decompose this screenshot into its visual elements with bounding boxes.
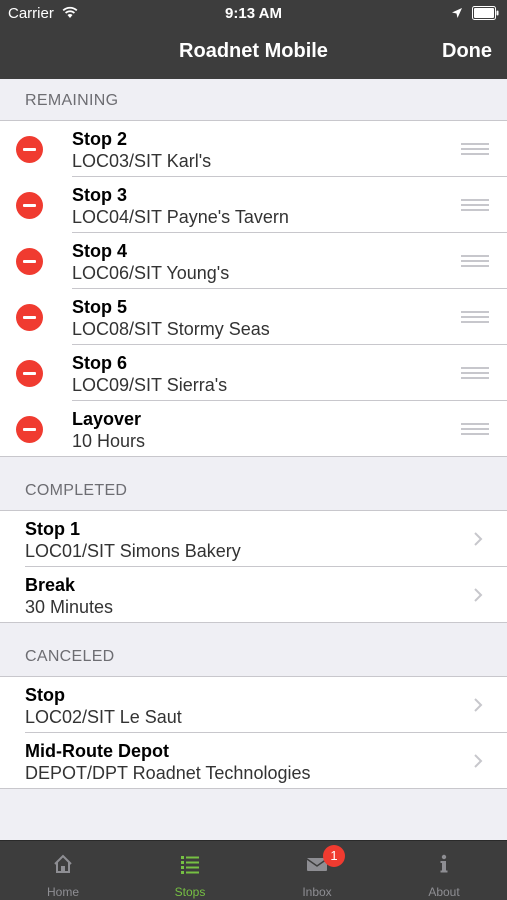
stop-subtitle: DEPOT/DPT Roadnet Technologies <box>25 763 311 783</box>
delete-icon[interactable] <box>16 136 43 163</box>
stop-title: Stop 4 <box>72 241 128 261</box>
stop-title: Stop 2 <box>72 129 128 149</box>
chevron-right-icon <box>474 698 483 712</box>
tab-bar: Home Stops 1 Inbox About <box>0 840 507 900</box>
stop-title: Stop 5 <box>72 297 128 317</box>
page-title: Roadnet Mobile <box>179 40 328 62</box>
stop-subtitle: LOC08/SIT Stormy Seas <box>72 319 270 339</box>
list-footer <box>0 789 507 840</box>
stop-row[interactable]: Mid-Route Depot DEPOT/DPT Roadnet Techno… <box>0 733 507 789</box>
reorder-handle-icon[interactable] <box>461 255 489 267</box>
stop-title: Stop 6 <box>72 353 128 373</box>
chevron-right-icon <box>474 532 483 546</box>
tab-home[interactable]: Home <box>0 841 126 900</box>
stop-row[interactable]: Stop 3 LOC04/SIT Payne's Tavern <box>0 177 507 233</box>
info-icon <box>440 854 448 873</box>
stop-title: Break <box>25 575 76 595</box>
tab-label: Inbox <box>302 885 332 899</box>
status-time: 9:13 AM <box>225 5 282 22</box>
stop-title: Stop <box>25 685 65 705</box>
stop-row[interactable]: Stop 6 LOC09/SIT Sierra's <box>0 345 507 401</box>
stop-row[interactable]: Stop 1 LOC01/SIT Simons Bakery <box>0 511 507 567</box>
tab-label: About <box>428 885 460 899</box>
stop-subtitle: LOC06/SIT Young's <box>72 263 230 283</box>
stop-row[interactable]: Stop 4 LOC06/SIT Young's <box>0 233 507 289</box>
delete-icon[interactable] <box>16 248 43 275</box>
app-header: Carrier 9:13 AM Roadnet Mobile Done <box>0 0 507 79</box>
stop-row[interactable]: Stop LOC02/SIT Le Saut <box>0 677 507 733</box>
done-button[interactable]: Done <box>442 40 492 63</box>
list-icon <box>181 856 199 874</box>
stop-subtitle: 30 Minutes <box>25 597 114 617</box>
stop-subtitle: LOC09/SIT Sierra's <box>72 375 228 395</box>
tab-stops[interactable]: Stops <box>127 841 253 900</box>
tab-label: Stops <box>174 885 206 899</box>
status-bar: Carrier 9:13 AM <box>0 0 507 28</box>
stop-title: Mid-Route Depot <box>25 741 169 761</box>
reorder-handle-icon[interactable] <box>461 143 489 155</box>
stop-row[interactable]: Break 30 Minutes <box>0 567 507 623</box>
inbox-badge: 1 <box>323 845 345 867</box>
stop-subtitle: LOC01/SIT Simons Bakery <box>25 541 241 561</box>
tab-about[interactable]: About <box>381 841 507 900</box>
chevron-right-icon <box>474 754 483 768</box>
stop-row[interactable]: Stop 2 LOC03/SIT Karl's <box>0 121 507 177</box>
reorder-handle-icon[interactable] <box>461 367 489 379</box>
reorder-handle-icon[interactable] <box>461 423 489 435</box>
section-header-remaining: REMAINING <box>0 79 507 121</box>
delete-icon[interactable] <box>16 304 43 331</box>
home-icon <box>54 854 72 873</box>
stop-subtitle: LOC02/SIT Le Saut <box>25 707 182 727</box>
tab-label: Home <box>46 885 79 899</box>
stop-title: Layover <box>72 409 142 429</box>
delete-icon[interactable] <box>16 360 43 387</box>
stop-subtitle: 10 Hours <box>72 431 146 451</box>
stop-row[interactable]: Stop 5 LOC08/SIT Stormy Seas <box>0 289 507 345</box>
section-header-completed: COMPLETED <box>0 457 507 511</box>
delete-icon[interactable] <box>16 416 43 443</box>
stop-row[interactable]: Layover 10 Hours <box>0 401 507 457</box>
stop-title: Stop 3 <box>72 185 128 205</box>
delete-icon[interactable] <box>16 192 43 219</box>
stop-subtitle: LOC03/SIT Karl's <box>72 151 212 171</box>
location-arrow-icon <box>452 8 462 18</box>
chevron-right-icon <box>474 588 483 602</box>
stops-list[interactable]: REMAINING Stop 2 LOC03/SIT Karl's Stop 3… <box>0 79 507 840</box>
reorder-handle-icon[interactable] <box>461 199 489 211</box>
stop-title: Stop 1 <box>25 519 81 539</box>
reorder-handle-icon[interactable] <box>461 311 489 323</box>
tab-inbox[interactable]: 1 Inbox <box>254 841 380 900</box>
stop-subtitle: LOC04/SIT Payne's Tavern <box>72 207 289 227</box>
battery-icon <box>472 6 499 20</box>
section-header-canceled: CANCELED <box>0 623 507 677</box>
